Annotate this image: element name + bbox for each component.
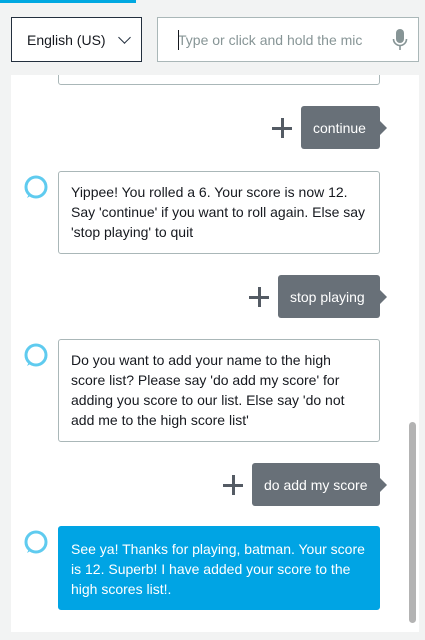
utterance-field[interactable] xyxy=(157,17,419,62)
alexa-message-text: Do you want to add your name to the high… xyxy=(71,352,345,428)
alexa-ring-icon xyxy=(24,175,48,199)
plus-icon[interactable] xyxy=(249,287,269,307)
microphone-icon[interactable] xyxy=(392,28,408,52)
alexa-ring-icon xyxy=(24,530,48,554)
user-message-text: stop playing xyxy=(290,288,365,305)
text-cursor xyxy=(178,30,179,50)
chevron-down-icon xyxy=(118,31,131,44)
alexa-message xyxy=(58,75,380,85)
user-message[interactable]: continue xyxy=(301,106,387,149)
user-message-text: do add my score xyxy=(264,476,368,493)
language-select[interactable]: English (US) xyxy=(11,17,142,62)
alexa-message: Do you want to add your name to the high… xyxy=(58,339,380,442)
user-message-text: continue xyxy=(313,119,366,136)
plus-icon[interactable] xyxy=(223,475,243,495)
user-message[interactable]: do add my score xyxy=(252,463,387,506)
alexa-message-text: Yippee! You rolled a 6. Your score is no… xyxy=(71,184,366,240)
alexa-message-latest: See ya! Thanks for playing, batman. Your… xyxy=(58,526,380,610)
language-select-value: English (US) xyxy=(27,31,106,48)
user-message[interactable]: stop playing xyxy=(278,275,387,318)
scrollbar-thumb[interactable] xyxy=(409,422,416,623)
active-tab-indicator xyxy=(0,0,136,3)
plus-icon[interactable] xyxy=(272,118,292,138)
alexa-message-text: See ya! Thanks for playing, batman. Your… xyxy=(71,541,365,597)
alexa-message: Yippee! You rolled a 6. Your score is no… xyxy=(58,171,380,254)
alexa-ring-icon xyxy=(24,343,48,367)
conversation-panel[interactable]: continue Yippee! You rolled a 6. Your sc… xyxy=(11,75,419,632)
utterance-input[interactable] xyxy=(178,31,386,48)
